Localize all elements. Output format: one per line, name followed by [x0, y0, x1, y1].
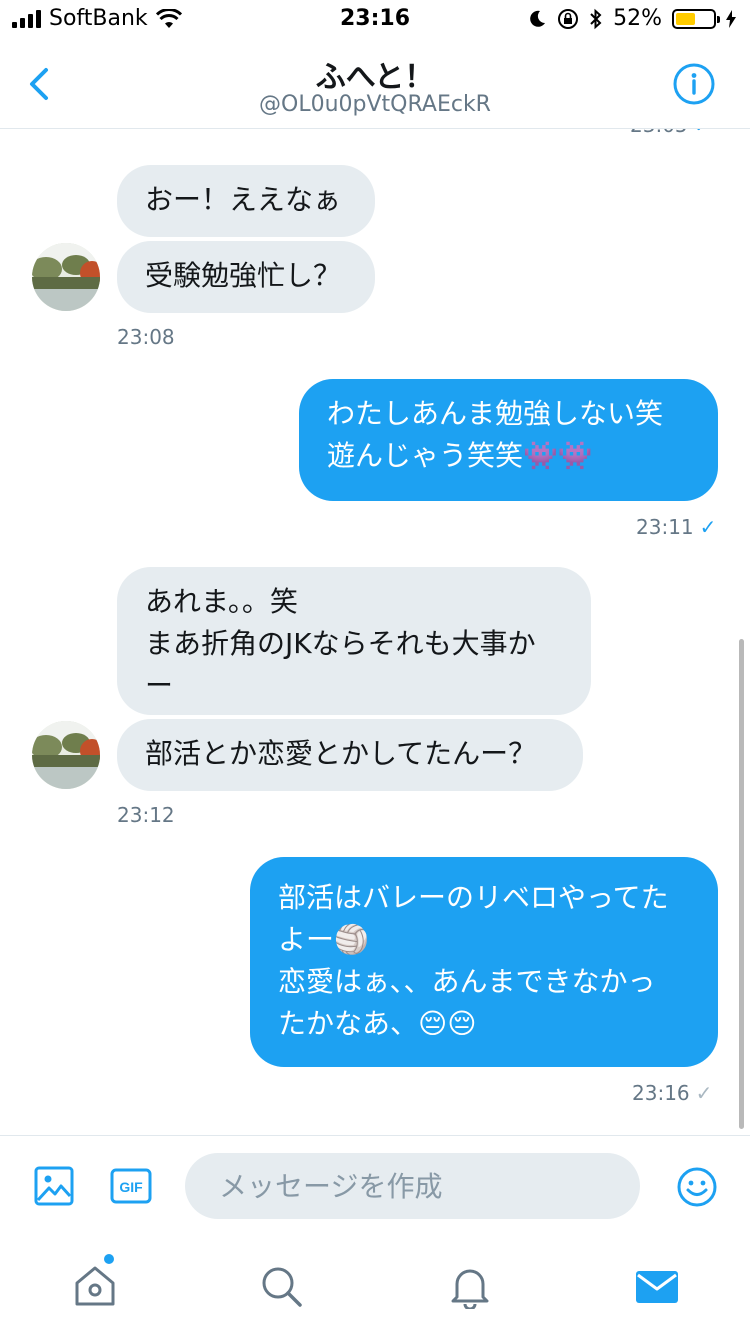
avatar-image: [32, 243, 100, 311]
mail-icon[interactable]: [634, 1263, 680, 1309]
scrollbar[interactable]: [739, 639, 744, 1129]
bell-icon[interactable]: [447, 1263, 493, 1309]
tab-bar: [0, 1235, 750, 1334]
info-icon[interactable]: [672, 62, 716, 106]
message-bubble-incoming[interactable]: 部活とか恋愛とかしてたんー？: [117, 719, 583, 791]
battery-icon: [672, 8, 720, 29]
orientation-lock-icon: [558, 8, 579, 29]
message-bubble-incoming[interactable]: 受験勉強忙し？: [117, 241, 375, 313]
moon-icon: [530, 10, 546, 27]
read-check-icon: ✓: [694, 129, 711, 137]
bluetooth-icon: [590, 8, 602, 29]
sent-check-icon: ✓: [695, 1081, 713, 1105]
message-bubble-outgoing[interactable]: わたしあんま勉強しない笑 遊んじゃう笑笑👾👾: [299, 379, 718, 501]
read-check-icon: ✓: [699, 515, 717, 539]
message-timestamp: 23:08: [117, 325, 175, 349]
message-bubble-outgoing[interactable]: 部活はバレーのリベロやってた よー🏐 恋愛はぁ、、あんまできなかっ たかなあ、😔…: [250, 857, 718, 1067]
message-input[interactable]: [185, 1153, 640, 1219]
svg-text:GIF: GIF: [119, 1179, 143, 1195]
search-icon[interactable]: [258, 1263, 304, 1309]
status-bar: SoftBank 23:16 52%: [0, 0, 750, 40]
message-bubble-incoming[interactable]: おー！ええなぁ: [117, 165, 375, 237]
avatar[interactable]: [32, 243, 100, 311]
avatar[interactable]: [32, 721, 100, 789]
page-title: ふへと！: [315, 60, 435, 95]
home-icon[interactable]: [72, 1263, 118, 1309]
timestamp-cut-off: 23:05✓: [630, 129, 710, 137]
message-bubble-incoming[interactable]: あれま。。笑 まあ折角のJKならそれも大事か ー: [117, 567, 591, 715]
message-timestamp: 23:11 ✓: [636, 515, 717, 539]
status-right: 52%: [527, 6, 736, 31]
user-handle: @OL0u0pVtQRAEckR: [259, 92, 491, 117]
avatar-image: [32, 721, 100, 789]
charging-bolt-icon: [726, 9, 736, 28]
battery-fill: [676, 12, 695, 25]
image-icon[interactable]: [34, 1166, 74, 1206]
conversation-header: ふへと！ @OL0u0pVtQRAEckR: [0, 40, 750, 129]
message-list[interactable]: 23:05✓ おー！ええなぁ 受験勉強忙し？ 23:08 わたしあんま勉強しない…: [0, 129, 750, 1135]
message-timestamp: 23:12: [117, 803, 175, 827]
emoji-icon[interactable]: [676, 1166, 718, 1208]
message-composer: GIF: [0, 1135, 750, 1236]
gif-icon[interactable]: GIF: [110, 1168, 152, 1204]
notification-dot: [104, 1254, 114, 1264]
battery-percent: 52%: [613, 6, 662, 31]
message-timestamp: 23:16 ✓: [632, 1081, 713, 1105]
